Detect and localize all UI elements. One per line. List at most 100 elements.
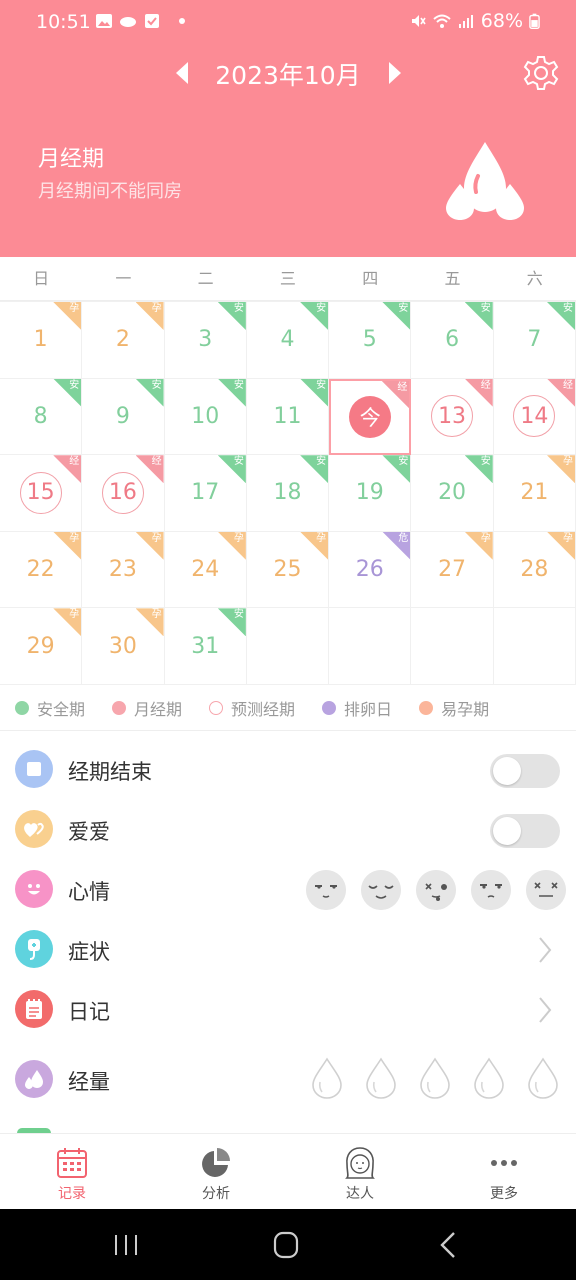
flow-drop-icon[interactable]: [362, 1056, 400, 1100]
gear-icon[interactable]: [522, 54, 560, 92]
calendar-day-19[interactable]: 安 19: [329, 455, 412, 532]
battery-percent: 68%: [480, 10, 523, 32]
day-tag-badge: 孕: [546, 531, 575, 560]
day-tag-badge: 安: [135, 378, 164, 407]
legend-label: 易孕期: [441, 699, 490, 719]
day-tag-badge: 孕: [300, 531, 329, 560]
calendar-empty-cell: [329, 608, 412, 685]
next-month-arrow-icon[interactable]: [389, 62, 401, 84]
calendar-day-4[interactable]: 安4: [246, 302, 330, 379]
flow-drop-icon[interactable]: [524, 1056, 562, 1100]
tab-record[interactable]: 记录: [0, 1134, 144, 1209]
day-tag-label: 孕: [316, 532, 327, 544]
calendar-day-31[interactable]: 安 31: [164, 608, 247, 685]
day-number: 21: [520, 480, 549, 506]
mood-dead-icon[interactable]: [526, 870, 566, 910]
bottom-tab-bar: 记录 分析 达人 更多: [0, 1133, 576, 1209]
tab-more-label: 更多: [490, 1186, 518, 1202]
day-tag-label: 安: [398, 456, 409, 468]
day-tag-label: 安: [233, 609, 244, 621]
calendar-day-10[interactable]: 安 10: [164, 378, 247, 456]
symptoms-row[interactable]: 症状: [0, 920, 576, 980]
status-bar: 10:51 68%: [0, 0, 576, 46]
calendar-day-6[interactable]: 安6: [411, 302, 494, 379]
calendar-day-26[interactable]: 危 26: [329, 531, 412, 609]
calendar-day-24[interactable]: 孕 24: [164, 531, 247, 609]
checkbox-icon: [145, 14, 159, 28]
calendar-day-16[interactable]: 经 16: [82, 455, 165, 532]
calendar-day-1[interactable]: 孕1: [0, 302, 83, 379]
calendar-day-20[interactable]: 安 20: [411, 455, 494, 532]
day-tag-badge: 安: [382, 455, 411, 484]
month-title[interactable]: 2023年10月: [200, 56, 376, 92]
day-tag-badge: 孕: [464, 531, 493, 560]
legend-label: 月经期: [134, 699, 183, 719]
mood-smug-icon[interactable]: [306, 870, 346, 910]
calendar-day-12[interactable]: 经今: [329, 378, 412, 456]
back-icon[interactable]: [428, 1229, 468, 1261]
day-tag-badge: 安: [300, 302, 329, 330]
calendar-day-18[interactable]: 安 18: [246, 455, 330, 532]
day-tag-label: 经: [69, 456, 80, 468]
calendar-day-21[interactable]: 孕 21: [493, 455, 576, 532]
calendar-day-5[interactable]: 安5: [329, 302, 412, 379]
tab-record-label: 记录: [58, 1186, 86, 1202]
day-number: 23: [108, 557, 137, 583]
calendar-day-7[interactable]: 安7: [493, 302, 576, 379]
calendar-day-9[interactable]: 安9: [82, 378, 165, 456]
mood-sad-icon[interactable]: [471, 870, 511, 910]
calendar-day-27[interactable]: 孕 27: [411, 531, 494, 609]
day-tag-label: 安: [316, 379, 327, 391]
flow-drop-icon[interactable]: [470, 1056, 508, 1100]
day-number: 30: [108, 633, 137, 659]
tab-more[interactable]: 更多: [432, 1134, 576, 1209]
tab-analysis[interactable]: 分析: [144, 1134, 288, 1209]
day-number: 6: [445, 327, 460, 353]
calendar-day-2[interactable]: 孕2: [82, 302, 165, 379]
period-end-toggle[interactable]: [490, 754, 560, 788]
prev-month-arrow-icon[interactable]: [176, 62, 188, 84]
flow-drop-icon[interactable]: [416, 1056, 454, 1100]
calendar-day-28[interactable]: 孕 28: [493, 531, 576, 609]
day-tag-badge: 安: [217, 302, 246, 330]
calendar-day-17[interactable]: 安 17: [164, 455, 247, 532]
diary-row[interactable]: 日记: [0, 980, 576, 1040]
flow-drop-icon[interactable]: [308, 1056, 346, 1100]
calendar-day-23[interactable]: 孕 23: [82, 531, 165, 609]
status-time: 10:51: [36, 11, 91, 33]
day-tag-label: 孕: [151, 532, 162, 544]
recent-apps-icon[interactable]: [106, 1229, 146, 1261]
calendar-legend: 安全期 月经期 预测经期 排卵日 易孕期: [0, 685, 576, 731]
phase-title: 月经期: [38, 147, 105, 172]
calendar-day-25[interactable]: 孕 25: [246, 531, 330, 609]
home-icon[interactable]: [266, 1229, 306, 1261]
day-tag-badge: 孕: [53, 302, 82, 330]
calendar-day-3[interactable]: 安3: [164, 302, 247, 379]
day-tag-label: 孕: [151, 303, 162, 314]
calendar-day-30[interactable]: 孕 30: [82, 608, 165, 685]
day-number: 10: [191, 403, 220, 429]
wifi-icon: [433, 14, 451, 28]
drops-icon: [15, 1060, 53, 1098]
day-number: 25: [273, 557, 302, 583]
calendar-day-29[interactable]: 孕 29: [0, 608, 83, 685]
calendar-day-15[interactable]: 经 15: [0, 455, 83, 532]
chevron-right-icon[interactable]: [538, 996, 552, 1024]
tab-expert[interactable]: 达人: [288, 1134, 432, 1209]
today-marker: 今: [349, 395, 392, 438]
calendar-day-11[interactable]: 安 11: [246, 378, 330, 456]
mood-silly-icon[interactable]: [416, 870, 456, 910]
calendar-day-13[interactable]: 经 13: [411, 378, 494, 456]
chevron-right-icon[interactable]: [538, 936, 552, 964]
mood-happy-icon[interactable]: [361, 870, 401, 910]
calendar-day-8[interactable]: 安8: [0, 378, 83, 456]
battery-icon: [529, 13, 540, 30]
smile-icon: [15, 870, 53, 908]
calendar-day-14[interactable]: 经 14: [493, 378, 576, 456]
love-toggle[interactable]: [490, 814, 560, 848]
calendar-day-22[interactable]: 孕 22: [0, 531, 83, 609]
weekday-label: 六: [526, 269, 543, 288]
stop-square-icon: [15, 750, 53, 788]
period-end-label: 经期结束: [68, 760, 152, 784]
day-tag-badge: 孕: [217, 531, 246, 560]
